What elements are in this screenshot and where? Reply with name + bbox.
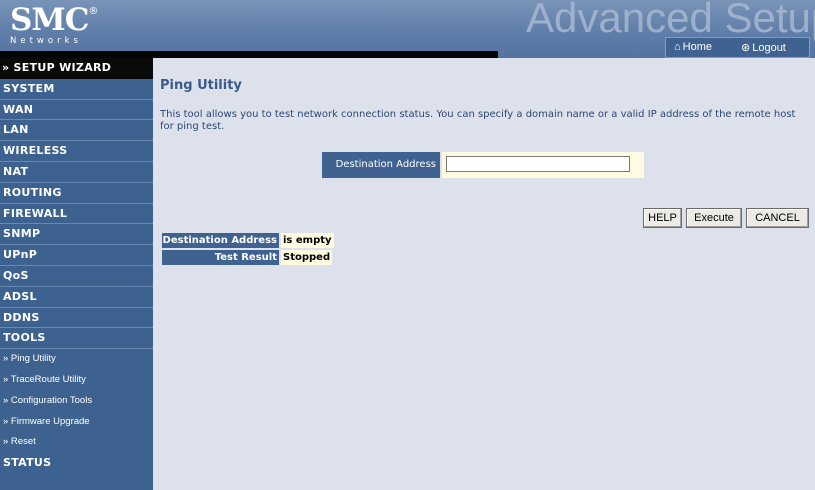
result-value-destination: is empty [281,233,334,248]
help-button[interactable]: HELP [643,208,682,228]
logo-text: SMC [10,2,89,38]
sidebar-item-ddns[interactable]: DDNS [0,308,153,329]
sidebar-item-tools[interactable]: TOOLS [0,328,153,350]
sidebar-item-status[interactable]: STATUS [0,453,153,474]
home-icon: ⌂ [674,41,681,53]
sidebar-nav: » SETUP WIZARD SYSTEM WAN LAN WIRELESS N… [0,58,153,490]
sidebar-item-lan[interactable]: LAN [0,120,153,142]
destination-address-label: Destination Address [322,152,440,178]
smc-logo: SMC® Networks [10,2,100,54]
sidebar-item-routing[interactable]: ROUTING [0,183,153,204]
home-label: Home [682,41,712,53]
logout-icon: ⊛ [741,42,751,54]
result-label-destination: Destination Address [162,233,279,248]
cancel-button[interactable]: CANCEL [746,208,809,228]
destination-address-cell [442,152,644,178]
header: SMC® Networks Advanced Setup ⌂ Home ⊛ Logo… [0,0,815,58]
sidebar-item-setup-wizard[interactable]: » SETUP WIZARD [0,58,153,79]
destination-address-input[interactable] [446,156,630,172]
execute-button[interactable]: Execute [686,208,742,228]
logout-label: Logout [752,42,786,54]
sidebar-item-qos[interactable]: QoS [0,266,153,287]
sidebar-subitem-ping-utility[interactable]: » Ping Utility [0,349,153,370]
sidebar-item-nat[interactable]: NAT [0,162,153,183]
result-label-test-result: Test Result [162,250,279,265]
sidebar-item-upnp[interactable]: UPnP [0,245,153,266]
logo-registered-mark: ® [88,6,99,17]
sidebar-subitem-reset[interactable]: » Reset [0,432,153,453]
sidebar-item-snmp[interactable]: SNMP [0,224,153,246]
sidebar-subitem-configuration-tools[interactable]: » Configuration Tools [0,391,153,412]
sidebar-item-system[interactable]: SYSTEM [0,79,153,100]
sidebar-item-wan[interactable]: WAN [0,100,153,121]
sidebar-item-wireless[interactable]: WIRELESS [0,141,153,162]
home-link[interactable]: ⌂ Home [674,41,712,53]
banner-text: Advanced Setup [526,0,815,41]
sidebar-item-adsl[interactable]: ADSL [0,287,153,308]
logout-link[interactable]: ⊛ Logout [741,41,786,54]
sidebar-subitem-firmware-upgrade[interactable]: » Firmware Upgrade [0,412,153,433]
sidebar-item-firewall[interactable]: FIREWALL [0,204,153,225]
page-description: This tool allows you to test network con… [160,109,796,132]
top-links: ⌂ Home ⊛ Logout [665,37,810,58]
result-value-test-result: Stopped [281,250,333,265]
page-title: Ping Utility [160,78,242,93]
sidebar-subitem-traceroute-utility[interactable]: » TraceRoute Utility [0,370,153,391]
destination-address-row: Destination Address [322,152,798,178]
advanced-setup-banner: Advanced Setup [526,0,815,42]
main-content: Ping Utility This tool allows you to tes… [153,58,815,490]
header-divider [0,51,498,58]
